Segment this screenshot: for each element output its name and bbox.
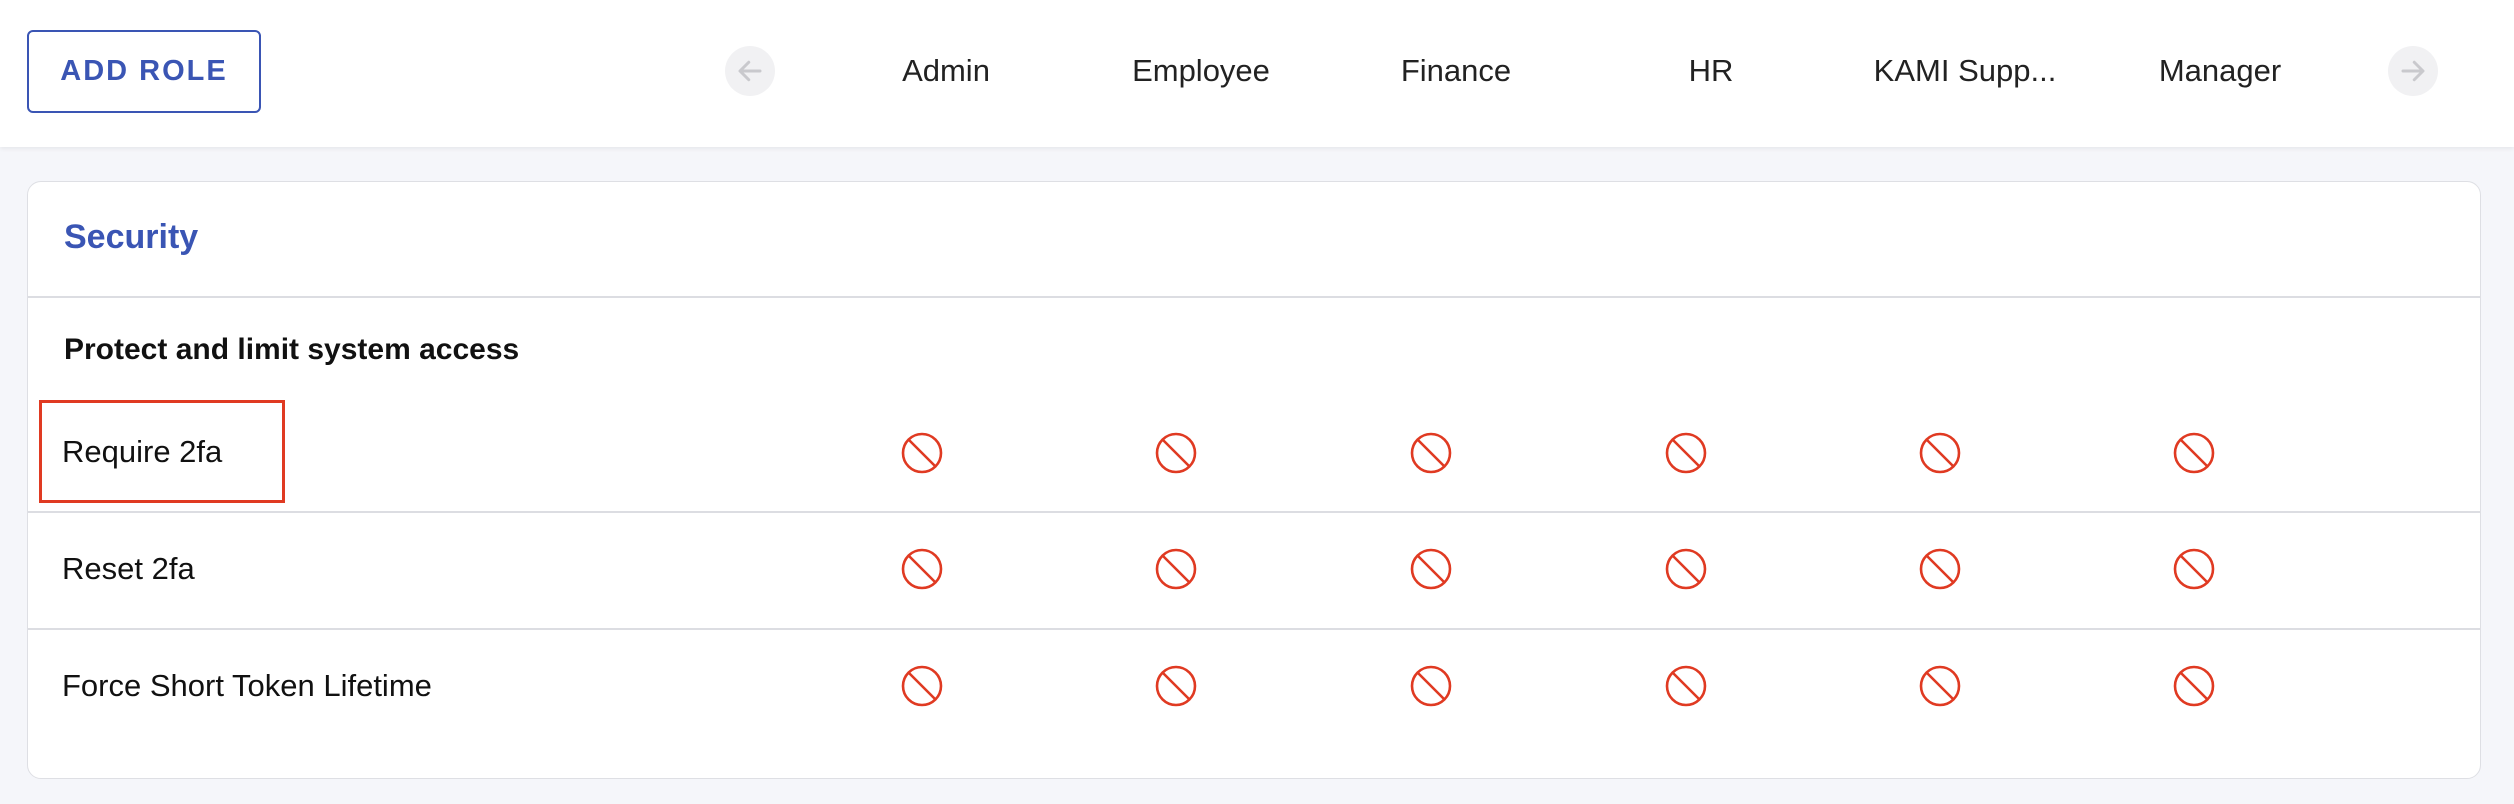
prohibited-icon[interactable] [900, 547, 944, 591]
arrow-right-icon [2401, 60, 2425, 82]
prohibited-icon[interactable] [1154, 431, 1198, 475]
prohibited-icon[interactable] [900, 431, 944, 475]
arrow-left-icon [738, 60, 762, 82]
section-title: Security [64, 218, 199, 256]
role-header-bar: ADD ROLE Admin Employee Finance HR KAMI … [0, 0, 2514, 147]
prohibited-icon[interactable] [900, 664, 944, 708]
role-tab-manager[interactable]: Manager [2120, 46, 2320, 96]
prohibited-icon[interactable] [2172, 431, 2216, 475]
role-tab-admin[interactable]: Admin [846, 46, 1046, 96]
add-role-button[interactable]: ADD ROLE [27, 30, 261, 113]
permission-label-force-short-token-lifetime: Force Short Token Lifetime [62, 668, 432, 703]
prohibited-icon[interactable] [1918, 547, 1962, 591]
prohibited-icon[interactable] [1409, 547, 1453, 591]
prohibited-icon[interactable] [1409, 664, 1453, 708]
prohibited-icon[interactable] [1918, 664, 1962, 708]
prohibited-icon[interactable] [1664, 664, 1708, 708]
section-divider [28, 296, 2480, 298]
permission-label-reset-2fa: Reset 2fa [62, 551, 195, 586]
section-subheading: Protect and limit system access [64, 333, 520, 366]
security-permissions-card: Security Protect and limit system access… [27, 181, 2481, 779]
role-tab-hr[interactable]: HR [1611, 46, 1811, 96]
scroll-right-button[interactable] [2388, 46, 2438, 96]
prohibited-icon[interactable] [2172, 664, 2216, 708]
role-tab-kami-support[interactable]: KAMI Supp... [1865, 46, 2065, 96]
prohibited-icon[interactable] [1154, 547, 1198, 591]
prohibited-icon[interactable] [1154, 664, 1198, 708]
permission-label-require-2fa: Require 2fa [62, 434, 223, 469]
role-tab-finance[interactable]: Finance [1356, 46, 1556, 96]
row-divider [28, 628, 2480, 630]
scroll-left-button[interactable] [725, 46, 775, 96]
prohibited-icon[interactable] [1664, 547, 1708, 591]
row-divider [28, 511, 2480, 513]
role-tab-employee[interactable]: Employee [1101, 46, 1301, 96]
prohibited-icon[interactable] [1918, 431, 1962, 475]
prohibited-icon[interactable] [1409, 431, 1453, 475]
prohibited-icon[interactable] [1664, 431, 1708, 475]
prohibited-icon[interactable] [2172, 547, 2216, 591]
